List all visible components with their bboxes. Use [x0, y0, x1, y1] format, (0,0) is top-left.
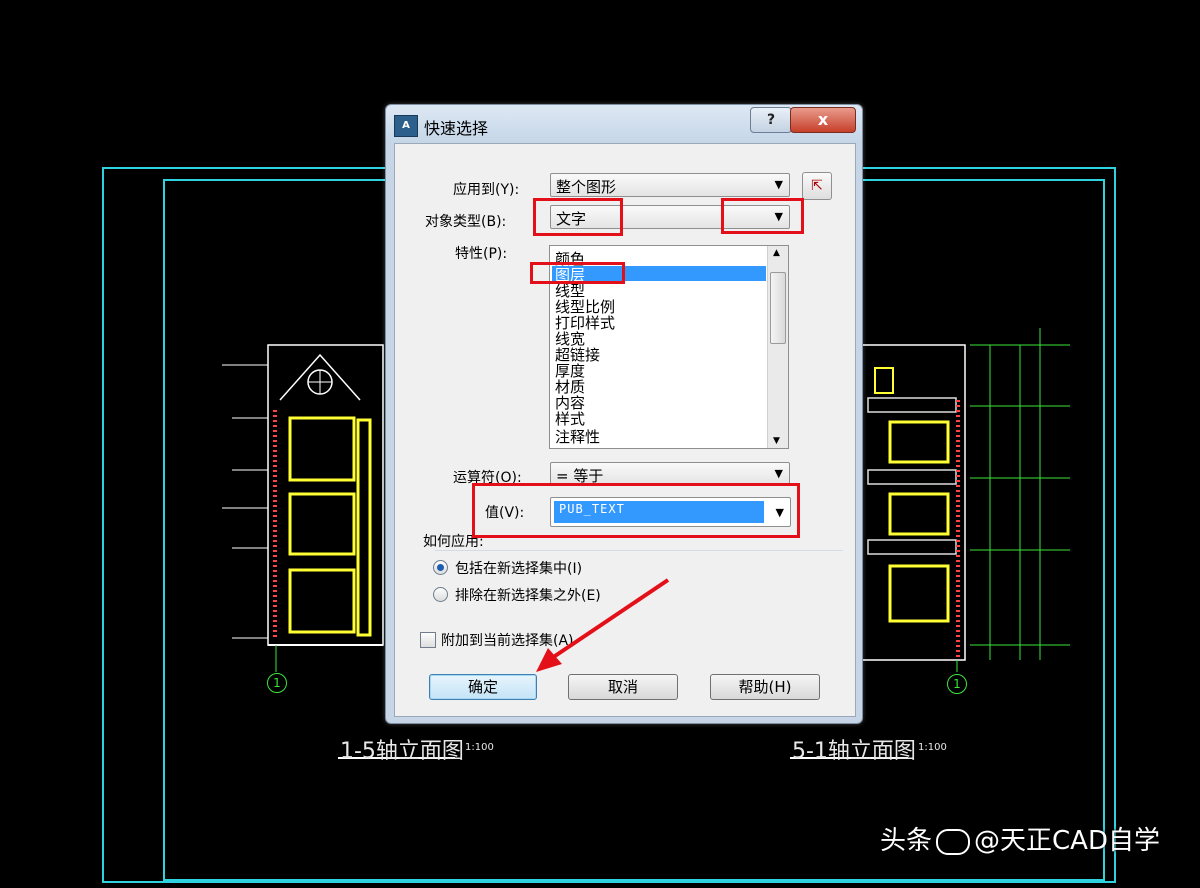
scrollbar-thumb[interactable] [770, 272, 786, 344]
scroll-up-icon[interactable]: ▲ [773, 248, 780, 258]
apply-to-value: 整个图形 [556, 178, 617, 196]
highlight-value-field [472, 483, 800, 538]
help-button[interactable]: 帮助(H) [710, 674, 820, 700]
right-elevation-title: 5-1轴立面图 [792, 739, 916, 764]
axis-bubble-right: 1 [947, 674, 967, 694]
axis-bubble-left: 1 [267, 673, 287, 693]
include-label[interactable]: 包括在新选择集中(I) [455, 558, 582, 578]
append-label[interactable]: 附加到当前选择集(A) [441, 630, 574, 650]
scroll-down-icon[interactable]: ▼ [773, 436, 780, 446]
dialog-titlebar[interactable]: A 快速选择 ? x [386, 105, 862, 143]
exclude-label[interactable]: 排除在新选择集之外(E) [455, 585, 601, 605]
object-type-label: 对象类型(B): [425, 214, 507, 230]
how-to-apply-divider [435, 550, 843, 551]
chevron-down-icon: ▼ [774, 178, 783, 191]
quick-select-dialog: A 快速选择 ? x 应用到(Y): 整个图形 ▼ ⇱ 对象类型(B): 文字 … [385, 104, 863, 724]
highlight-object-type-arrow [721, 198, 804, 234]
properties-scrollbar[interactable]: ▲ ▼ [767, 246, 788, 448]
properties-label: 特性(P): [455, 246, 508, 262]
highlight-object-type-value [533, 198, 623, 236]
title-help-button[interactable]: ? [750, 107, 792, 133]
dialog-title: 快速选择 [424, 119, 489, 138]
radio-selected-dot [437, 564, 444, 571]
include-radio[interactable] [433, 560, 448, 575]
left-elevation-title: 1-5轴立面图 [340, 739, 464, 764]
cancel-button[interactable]: 取消 [568, 674, 678, 700]
right-elevation-scale: 1:100 [918, 742, 947, 753]
ok-button[interactable]: 确定 [429, 674, 537, 700]
property-item[interactable]: 注释性 [555, 426, 600, 447]
watermark-handle: @天正CAD自学 [974, 826, 1160, 856]
apply-to-label: 应用到(Y): [453, 182, 520, 198]
exclude-radio[interactable] [433, 587, 448, 602]
right-elevation [859, 328, 1070, 672]
highlight-property-item [530, 262, 625, 284]
wechat-logo-icon [936, 828, 971, 855]
watermark-prefix: 头条 [880, 826, 933, 856]
apply-to-dropdown[interactable]: 整个图形 ▼ [550, 173, 790, 197]
select-objects-icon: ⇱ [811, 178, 823, 194]
left-elevation [222, 344, 384, 672]
watermark: 头条 @天正CAD自学 [880, 820, 1160, 857]
title-close-button[interactable]: x [790, 107, 856, 133]
select-objects-button[interactable]: ⇱ [802, 172, 832, 200]
left-elevation-scale: 1:100 [465, 742, 494, 753]
chevron-down-icon: ▼ [774, 467, 783, 480]
autocad-app-icon: A [394, 115, 418, 137]
append-checkbox[interactable] [420, 632, 436, 648]
